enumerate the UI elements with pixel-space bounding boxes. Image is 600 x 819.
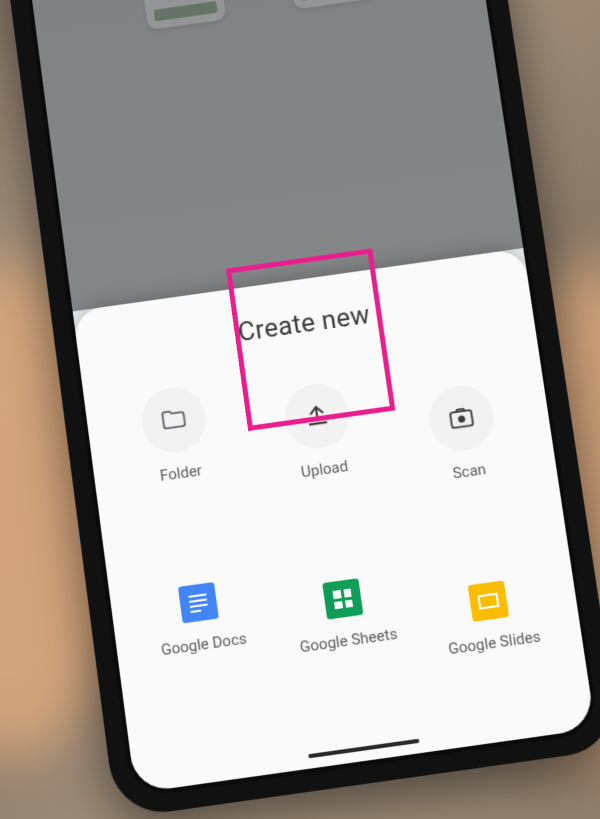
- google-sheets-icon: [322, 578, 363, 619]
- upload-icon: [282, 380, 352, 450]
- scan-option[interactable]: Scan: [391, 373, 550, 578]
- upload-option[interactable]: Upload: [247, 371, 405, 576]
- google-slides-label: Google Slides: [447, 627, 542, 658]
- google-slides-icon: [468, 581, 509, 623]
- folder-icon: [139, 384, 209, 454]
- create-new-bottom-sheet: Create new Folder: [73, 248, 596, 793]
- google-docs-label: Google Docs: [160, 629, 248, 659]
- phone-screen: Create new Folder: [25, 0, 596, 793]
- background-file-thumbnail: [140, 0, 226, 30]
- folder-label: Folder: [159, 461, 203, 485]
- google-docs-icon: [178, 582, 219, 623]
- upload-label: Upload: [300, 456, 349, 481]
- create-options-grid: Folder Upload: [104, 335, 574, 780]
- google-sheets-option[interactable]: Google Sheets: [274, 568, 433, 777]
- background-file-thumbnail: [286, 0, 373, 10]
- scan-label: Scan: [451, 460, 487, 483]
- google-slides-option[interactable]: Google Slides: [419, 570, 580, 779]
- google-sheets-label: Google Sheets: [299, 625, 399, 657]
- camera-icon: [426, 382, 497, 452]
- folder-option[interactable]: Folder: [104, 375, 261, 580]
